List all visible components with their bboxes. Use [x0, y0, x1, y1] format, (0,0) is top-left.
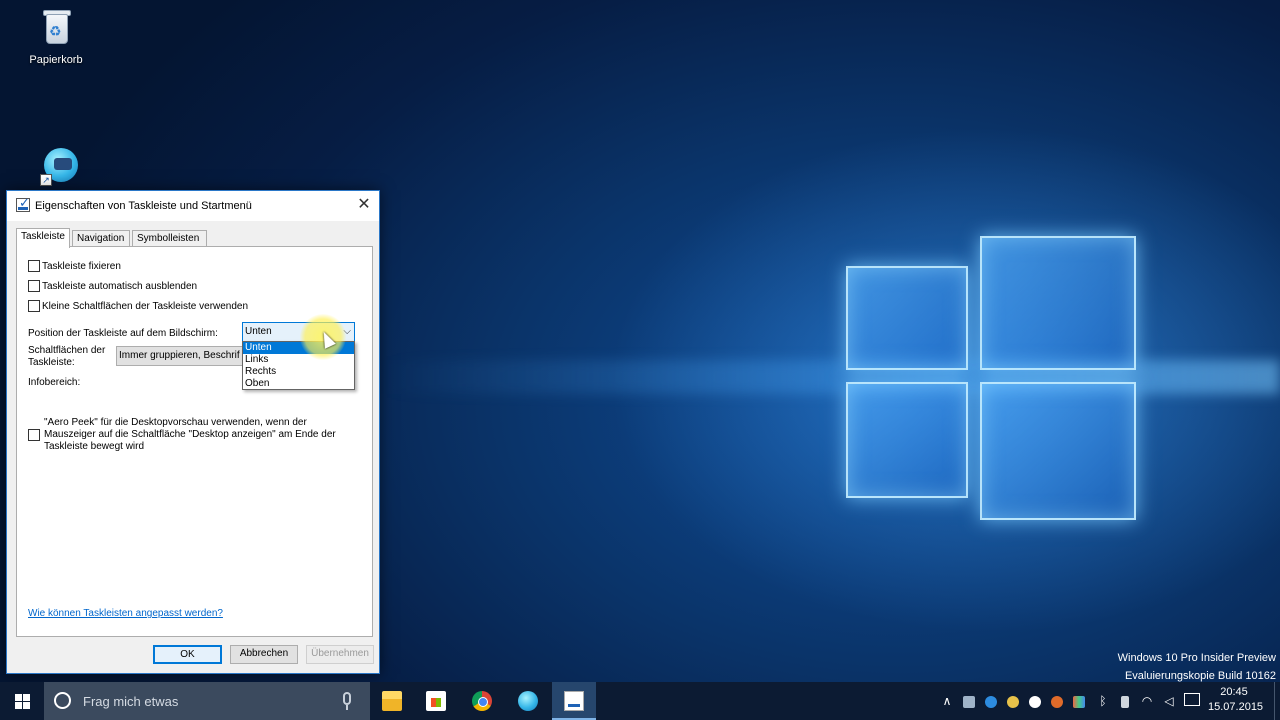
build-watermark-line1: Windows 10 Pro Insider Preview [1117, 652, 1276, 664]
taskbar-app-taskbar-settings[interactable] [552, 682, 596, 720]
taskbar-app-file-explorer[interactable] [370, 682, 414, 720]
microphone-icon[interactable] [343, 692, 351, 705]
safely-remove-hardware-icon[interactable] [1114, 682, 1136, 720]
checkbox-label: Kleine Schaltflächen der Taskleiste verw… [42, 300, 249, 312]
taskbar-buttons-label: Schaltflächen der Taskleiste: [28, 345, 105, 369]
desktop-icon-label: Papierkorb [29, 54, 83, 66]
windows-logo-wallpaper [840, 230, 1140, 530]
chrome-icon [472, 691, 492, 711]
microphone-stem [346, 705, 348, 710]
aero-peek-label: "Aero Peek" für die Desktopvorschau verw… [44, 417, 336, 452]
cortana-icon [54, 692, 71, 709]
show-hidden-icons-chevron[interactable]: ∧ [936, 682, 958, 720]
clock-date: 15.07.2015 [1208, 701, 1264, 713]
search-placeholder: Frag mich etwas [83, 694, 179, 709]
checkbox-row-kleine-schaltflaechen[interactable]: Kleine Schaltflächen der Taskleiste verw… [28, 299, 248, 313]
checkbox-label: Taskleiste fixieren [42, 260, 121, 272]
taskbar-app-store[interactable] [414, 682, 458, 720]
taskbar: Frag mich etwas ∧ ᛒ ◠ ◁ 20:45 15.07.2015 [0, 682, 1280, 720]
desktop-icon-camcorder-shortcut[interactable]: ↗ [28, 142, 92, 186]
apply-button[interactable]: Übernehmen [306, 645, 374, 664]
camcorder-app-icon [518, 691, 538, 711]
logo-pane-top-right [980, 236, 1136, 370]
show-desktop-button[interactable] [1274, 682, 1280, 720]
taskbar-properties-dialog: ✓ Eigenschaften von Taskleiste und Start… [6, 190, 380, 674]
tray-monitor-icon[interactable] [958, 682, 980, 720]
taskbar-app-chrome[interactable] [460, 682, 504, 720]
logo-pane-bottom-right [980, 382, 1136, 520]
checkbox-automatisch-ausblenden[interactable] [28, 280, 40, 292]
light-beam [380, 360, 1280, 394]
chevron-down-icon: ⌵ [343, 326, 351, 337]
cortana-search-box[interactable]: Frag mich etwas [44, 682, 370, 720]
dropdown-option-rechts[interactable]: Rechts [243, 366, 354, 378]
tab-symbolleisten[interactable]: Symbolleisten [132, 230, 207, 247]
cancel-button[interactable]: Abbrechen [230, 645, 298, 664]
start-button[interactable] [0, 682, 44, 720]
taskbar-app-camcorder[interactable] [506, 682, 550, 720]
logo-pane-top-left [846, 266, 968, 370]
clock-time: 20:45 [1220, 686, 1248, 698]
tab-taskleiste[interactable]: Taskleiste [16, 228, 70, 248]
shortcut-arrow-icon: ↗ [40, 174, 52, 186]
ok-button[interactable]: OK [153, 645, 222, 664]
taskbar-buttons-label-line2: Taskleiste: [28, 357, 75, 368]
tab-navigation[interactable]: Navigation [72, 230, 130, 247]
action-center-icon[interactable] [1184, 693, 1200, 706]
infobereich-label: Infobereich: [28, 377, 81, 388]
checkbox-row-ausblenden[interactable]: Taskleiste automatisch ausblenden [28, 279, 197, 293]
store-icon [426, 691, 446, 711]
taskbar-buttons-select[interactable]: Immer gruppieren, Beschrif [116, 346, 252, 366]
wifi-icon[interactable]: ◠ [1136, 682, 1158, 720]
tray-orange-app-icon[interactable] [1046, 682, 1068, 720]
file-explorer-icon [382, 691, 402, 711]
taskbar-settings-icon [564, 691, 584, 711]
close-icon: ✕ [357, 196, 371, 213]
recycle-bin-icon: ♻ [40, 8, 72, 48]
dropdown-option-oben[interactable]: Oben [243, 378, 354, 390]
taskbar-settings-icon: ✓ [16, 195, 30, 212]
bluetooth-icon[interactable]: ᛒ [1092, 682, 1114, 720]
dialog-titlebar[interactable]: ✓ Eigenschaften von Taskleiste und Start… [7, 191, 379, 221]
checkbox-taskleiste-fixieren[interactable] [28, 260, 40, 272]
checkbox-label: Taskleiste automatisch ausblenden [42, 280, 198, 292]
logo-pane-bottom-left [846, 382, 968, 498]
position-label: Position der Taskleiste auf dem Bildschi… [28, 328, 218, 339]
tray-teamviewer-icon[interactable] [980, 682, 1002, 720]
tray-app-icon[interactable] [1002, 682, 1024, 720]
position-dropdown-list: Unten Links Rechts Oben [242, 341, 355, 390]
dropdown-option-unten[interactable]: Unten [243, 342, 354, 354]
system-clock[interactable]: 20:45 15.07.2015 [1208, 685, 1264, 715]
desktop-icon-recycle-bin[interactable]: ♻ Papierkorb [24, 8, 88, 66]
camcorder-icon: ↗ [36, 142, 84, 186]
volume-icon[interactable]: ◁ [1158, 682, 1180, 720]
position-select[interactable]: Unten ⌵ [242, 322, 355, 342]
taskbar-buttons-label-line1: Schaltflächen der [28, 345, 106, 356]
close-button[interactable]: ✕ [349, 191, 379, 221]
checkbox-kleine-schaltflaechen[interactable] [28, 300, 40, 312]
build-watermark-line2: Evaluierungskopie Build 10162 [1124, 670, 1276, 682]
tray-colorful-app-icon[interactable] [1068, 682, 1090, 720]
checkbox-row-fixieren[interactable]: Taskleiste fixieren [28, 259, 121, 273]
tab-panel-taskleiste: Taskleiste fixieren Taskleiste automatis… [16, 246, 373, 637]
checkbox-row-aero-peek[interactable]: "Aero Peek" für die Desktopvorschau verw… [28, 417, 344, 453]
position-select-value: Unten [245, 326, 272, 337]
dialog-title: Eigenschaften von Taskleiste und Startme… [35, 200, 252, 212]
dropdown-option-links[interactable]: Links [243, 354, 354, 366]
tray-onedrive-icon[interactable] [1024, 682, 1046, 720]
help-link[interactable]: Wie können Taskleisten angepasst werden? [28, 608, 223, 619]
checkbox-aero-peek[interactable] [28, 429, 40, 441]
